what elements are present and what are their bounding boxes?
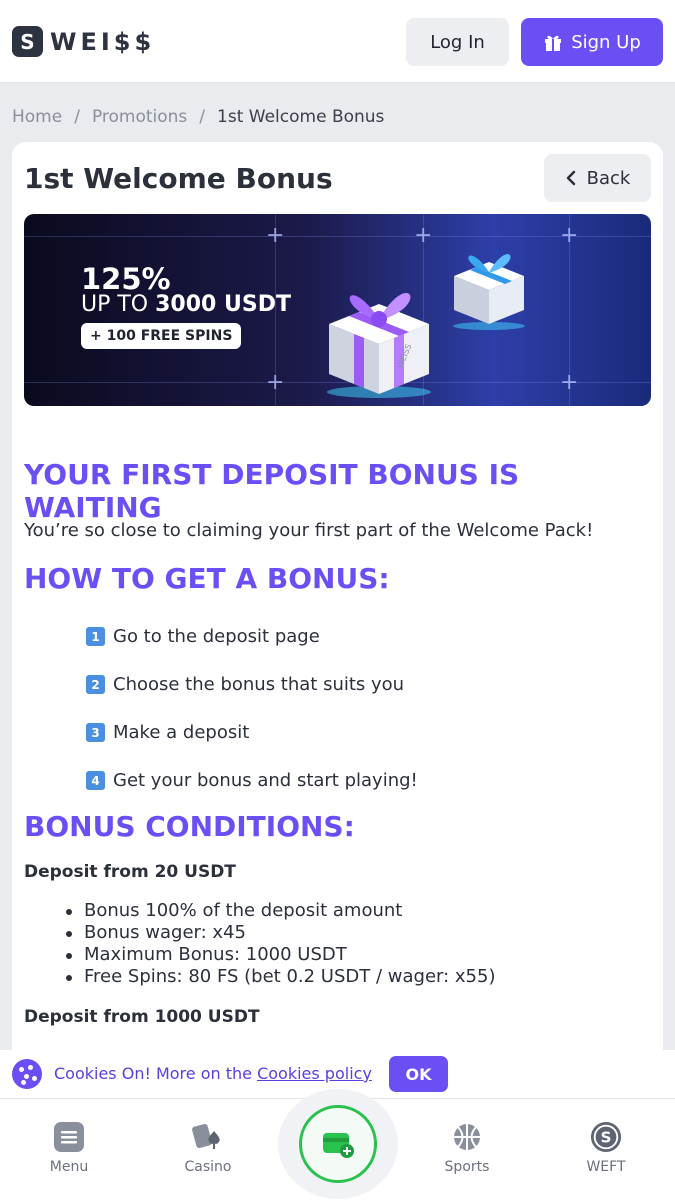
list-item: Free Spins: 80 FS (bet 0.2 USDT / wager:… <box>65 966 496 987</box>
cards-icon <box>192 1121 224 1153</box>
logo-text: WEI$$ <box>50 27 156 56</box>
step-text: Choose the bonus that suits you <box>113 674 405 695</box>
nav-sports[interactable]: Sports <box>417 1121 517 1175</box>
breadcrumb-separator: / <box>199 107 206 127</box>
plus-decoration-icon: + <box>560 223 579 248</box>
nav-weft-label: WEFT <box>586 1159 626 1175</box>
breadcrumb-separator: / <box>74 107 80 127</box>
basketball-icon <box>451 1121 483 1153</box>
cookie-icon <box>12 1059 42 1089</box>
chevron-left-icon <box>566 170 575 186</box>
breadcrumb-promotions[interactable]: Promotions <box>92 107 187 127</box>
gift-box-large-icon: WEISS <box>327 293 431 398</box>
cookies-policy-link[interactable]: Cookies policy <box>257 1064 372 1083</box>
nav-menu[interactable]: Menu <box>19 1121 119 1175</box>
bottom-nav: Menu Casino Sports S WEFT <box>0 1089 675 1200</box>
promo-banner: + + + + + 125% UP TO 3000 USDT + 100 FRE… <box>24 214 651 406</box>
step-item: 3 Make a deposit <box>86 722 249 743</box>
keycap-number-icon: 4 <box>86 771 105 790</box>
heading-main: YOUR FIRST DEPOSIT BONUS IS WAITING <box>24 458 520 524</box>
promo-card: 1st Welcome Bonus Back + + + + + 125% UP… <box>12 142 663 1142</box>
tier1-title: Deposit from 20 USDT <box>24 862 236 882</box>
back-label: Back <box>586 167 631 189</box>
list-item: Bonus wager: x45 <box>65 922 495 944</box>
plus-decoration-icon: + <box>266 370 285 395</box>
heading-conditions: BONUS CONDITIONS: <box>24 810 355 843</box>
intro-text: You’re so close to claiming your first p… <box>24 520 594 541</box>
breadcrumb-home[interactable]: Home <box>12 107 62 127</box>
back-button[interactable]: Back <box>544 154 651 202</box>
weft-coin-icon: S <box>590 1121 622 1153</box>
list-item: Maximum Bonus: 1000 USDT <box>65 944 495 966</box>
logo-mark: S <box>12 26 43 57</box>
keycap-number-icon: 2 <box>86 675 105 694</box>
breadcrumb: Home / Promotions / 1st Welcome Bonus <box>12 107 384 127</box>
menu-icon <box>53 1121 85 1153</box>
nav-menu-label: Menu <box>49 1159 89 1175</box>
cookie-text: Cookies On! More on the Cookies policy <box>54 1064 372 1083</box>
signup-button[interactable]: Sign Up <box>521 18 663 66</box>
step-text: Make a deposit <box>113 722 250 743</box>
gift-icon <box>545 35 562 51</box>
list-item: Bonus 100% of the deposit amount <box>65 900 495 922</box>
breadcrumb-current: 1st Welcome Bonus <box>217 107 385 127</box>
step-text: Go to the deposit page <box>113 626 320 647</box>
top-header: S WEI$$ Log In Sign Up <box>0 0 675 83</box>
nav-casino[interactable]: Casino <box>158 1121 258 1175</box>
step-item: 1 Go to the deposit page <box>86 626 320 647</box>
nav-casino-label: Casino <box>184 1159 232 1175</box>
tier1-conditions: Bonus 100% of the deposit amount Bonus w… <box>65 900 496 988</box>
nav-weft[interactable]: S WEFT <box>556 1121 656 1175</box>
page-title: 1st Welcome Bonus <box>24 162 333 195</box>
step-item: 4 Get your bonus and start playing! <box>86 770 418 791</box>
keycap-number-icon: 1 <box>86 627 105 646</box>
login-button[interactable]: Log In <box>406 18 509 66</box>
cookie-ok-button[interactable]: OK <box>389 1056 448 1092</box>
keycap-number-icon: 3 <box>86 723 105 742</box>
banner-percent: 125% <box>81 262 171 296</box>
nav-sports-label: Sports <box>444 1159 490 1175</box>
gift-box-small-icon <box>453 254 525 330</box>
heading-how: HOW TO GET A BONUS: <box>24 562 390 595</box>
weiss-logo[interactable]: S WEI$$ <box>12 26 155 57</box>
plus-decoration-icon: + <box>560 370 579 395</box>
tier2-title: Deposit from 1000 USDT <box>24 1007 260 1027</box>
plus-decoration-icon: + <box>414 223 433 248</box>
plus-decoration-icon: + <box>266 223 285 248</box>
nav-deposit[interactable] <box>278 1089 398 1199</box>
step-item: 2 Choose the bonus that suits you <box>86 674 404 695</box>
wallet-add-icon <box>299 1105 377 1183</box>
svg-text:S: S <box>601 1129 612 1147</box>
step-text: Get your bonus and start playing! <box>113 770 418 791</box>
banner-upto: UP TO 3000 USDT <box>81 292 291 317</box>
signup-label: Sign Up <box>571 31 641 53</box>
banner-free-spins-badge: + 100 FREE SPINS <box>81 323 242 349</box>
